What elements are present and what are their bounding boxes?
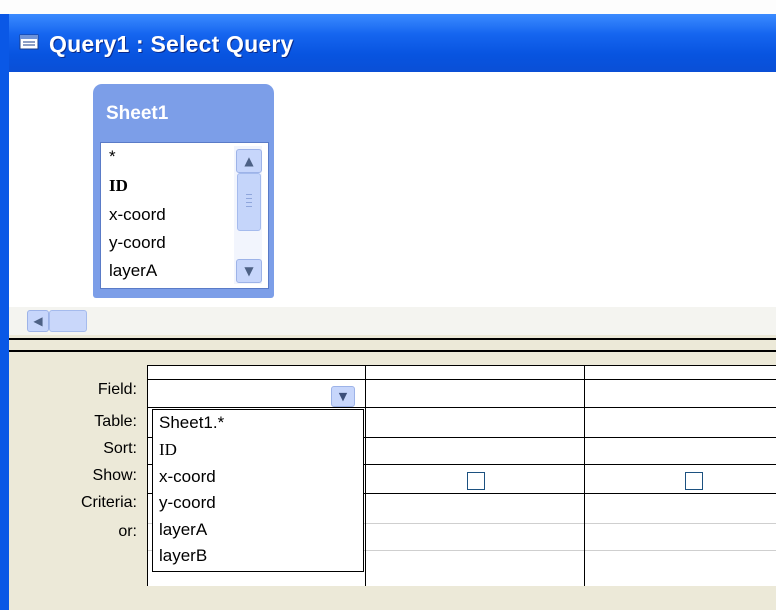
grid-line: [148, 379, 776, 380]
scroll-up-button[interactable]: ▲: [236, 149, 262, 173]
hscroll-thumb[interactable]: [49, 310, 87, 332]
field-list-item[interactable]: y-coord: [109, 233, 166, 253]
field-list-item[interactable]: *: [109, 147, 116, 167]
row-label-table: Table:: [94, 413, 137, 430]
field-list-scrollbar[interactable]: ▲ ▼: [234, 146, 262, 284]
chevron-left-icon: ◀: [33, 314, 43, 328]
title-bar[interactable]: Query1 : Select Query: [9, 14, 776, 72]
dropdown-option[interactable]: Sheet1.*: [159, 413, 224, 433]
pane-splitter[interactable]: [9, 338, 776, 352]
row-label-or: or:: [118, 523, 137, 540]
field-dropdown-list[interactable]: Sheet1.* ID x-coord y-coord layerA layer…: [152, 409, 364, 572]
dropdown-option[interactable]: x-coord: [159, 467, 216, 487]
field-list-item[interactable]: x-coord: [109, 205, 166, 225]
chevron-up-icon: ▲: [244, 154, 254, 168]
chevron-down-icon: ▼: [244, 264, 254, 278]
field-list[interactable]: * ID x-coord y-coord layerA ▲ ▼: [100, 142, 269, 289]
scroll-down-button[interactable]: ▼: [236, 259, 262, 283]
window-frame-left: [0, 14, 9, 610]
top-strip: [0, 0, 776, 14]
row-label-field: Field:: [97, 381, 137, 398]
dropdown-option[interactable]: layerB: [159, 546, 207, 566]
scroll-left-button[interactable]: ◀: [27, 310, 49, 332]
field-dropdown-button[interactable]: ▼: [331, 386, 355, 407]
chevron-down-icon: ▼: [338, 390, 348, 403]
thumb-grip: [246, 206, 252, 207]
table-window-title[interactable]: Sheet1: [106, 103, 168, 125]
window-title: Query1 : Select Query: [49, 31, 294, 57]
grid-column-divider: [584, 366, 585, 586]
grid-column-divider: [365, 366, 366, 586]
dropdown-option[interactable]: layerA: [159, 520, 207, 540]
thumb-grip: [246, 198, 252, 199]
grid-line: [148, 407, 776, 408]
table-window-sheet1[interactable]: Sheet1 * ID x-coord y-coord layerA ▲ ▼: [93, 84, 274, 298]
thumb-grip: [246, 194, 252, 195]
show-checkbox[interactable]: [467, 472, 485, 490]
query-window: Query1 : Select Query Sheet1 * ID x-coor…: [0, 0, 776, 610]
query-window-icon: [19, 34, 39, 50]
row-label-sort: Sort:: [103, 440, 137, 457]
field-list-item[interactable]: ID: [109, 176, 128, 196]
table-pane-hscrollbar[interactable]: ◀: [9, 307, 776, 335]
show-checkbox[interactable]: [685, 472, 703, 490]
row-label-criteria: Criteria:: [80, 494, 137, 511]
dropdown-option[interactable]: y-coord: [159, 493, 216, 513]
field-list-item[interactable]: layerA: [109, 261, 157, 281]
thumb-grip: [246, 202, 252, 203]
dropdown-option[interactable]: ID: [159, 440, 177, 460]
scroll-thumb[interactable]: [237, 173, 261, 231]
row-label-show: Show:: [92, 467, 137, 484]
